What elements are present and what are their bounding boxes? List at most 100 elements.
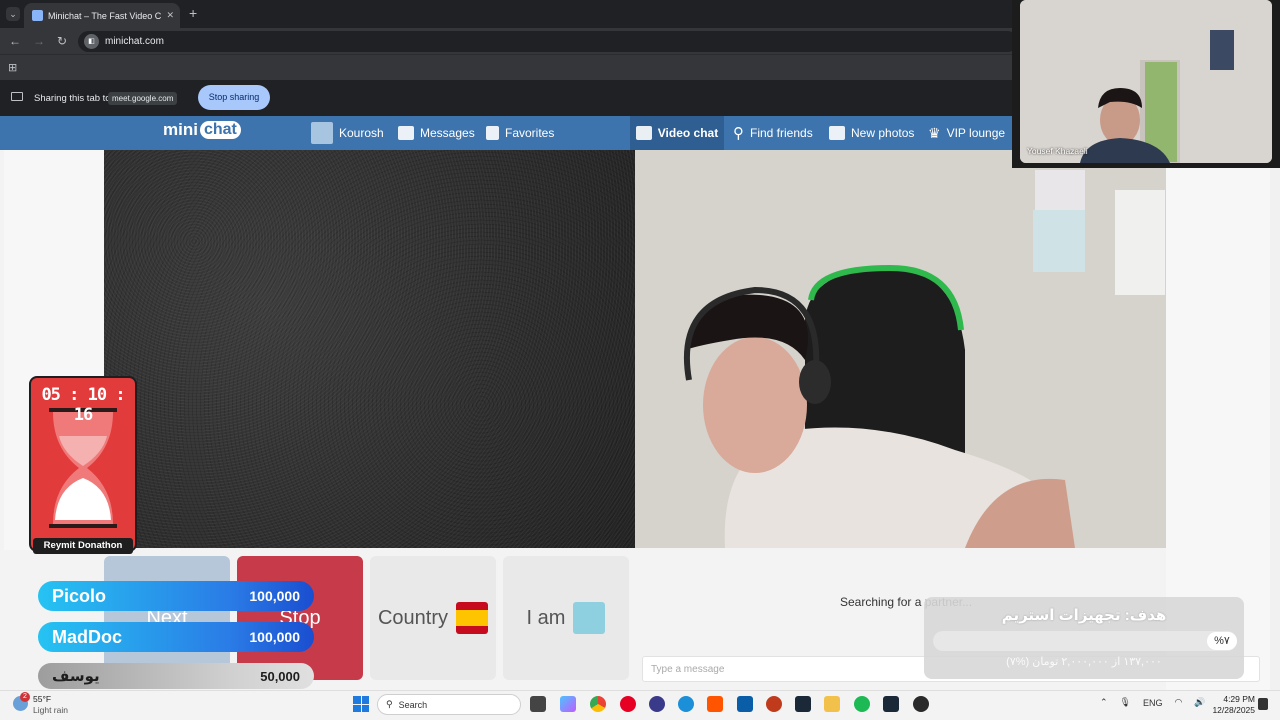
donor-name: MadDoc bbox=[52, 626, 123, 647]
logo-text-chat: chat bbox=[199, 121, 241, 139]
bookmark-icon bbox=[486, 126, 499, 140]
user-avatar-icon bbox=[311, 122, 333, 144]
nav-find-friends[interactable]: ⚲ Find friends bbox=[733, 116, 813, 150]
goal-subtitle: ۱۳۷,۰۰۰ از ۲,۰۰۰,۰۰۰ تومان (%۷) bbox=[1006, 656, 1162, 668]
minichat-logo[interactable]: mini chat bbox=[163, 120, 241, 140]
steam-icon[interactable] bbox=[883, 696, 899, 712]
nav-vip-lounge[interactable]: ♛ VIP lounge bbox=[928, 116, 1005, 150]
tab-title: Minichat – The Fast Video C bbox=[48, 10, 162, 21]
app-icon[interactable] bbox=[766, 696, 782, 712]
system-tray: ⌃ 🎙 ENG ◠ 🔊 bbox=[1100, 697, 1206, 708]
microphone-icon[interactable]: 🎙 bbox=[1120, 697, 1131, 708]
address-bar[interactable]: ◧ minichat.com bbox=[78, 31, 1018, 52]
taskbar-search-label: Search bbox=[398, 699, 428, 710]
self-camera-feed bbox=[635, 150, 1166, 548]
close-tab-icon[interactable]: ✕ bbox=[166, 10, 174, 21]
nav-favorites[interactable]: Favorites bbox=[486, 116, 554, 150]
weather-temp: 55°F bbox=[33, 694, 52, 704]
meet-participant-video bbox=[1020, 0, 1272, 163]
weather-condition: Light rain bbox=[33, 705, 68, 715]
clock[interactable]: 4:29 PM 12/28/2025 bbox=[1207, 694, 1255, 716]
country-label: Country bbox=[377, 606, 449, 629]
donor-amount: 50,000 bbox=[260, 668, 300, 684]
steam-icon[interactable] bbox=[795, 696, 811, 712]
donor-bar: MadDoc 100,000 bbox=[38, 622, 314, 652]
pinterest-icon[interactable] bbox=[620, 696, 636, 712]
weather-badge: 2 bbox=[20, 692, 30, 702]
donor-name: یوسف bbox=[52, 668, 100, 685]
goal-title: هدف: تجهیزات استریم bbox=[1001, 607, 1167, 624]
browser-tab[interactable]: Minichat – The Fast Video C ✕ bbox=[24, 3, 180, 28]
copilot-icon[interactable] bbox=[560, 696, 576, 712]
crown-icon: ♛ bbox=[928, 124, 941, 141]
reload-icon[interactable]: ↻ bbox=[57, 35, 67, 47]
clock-time: 4:29 PM bbox=[1223, 694, 1255, 704]
donor-bar: یوسف 50,000 bbox=[38, 663, 314, 689]
nav-messages-label: Messages bbox=[420, 126, 475, 140]
file-explorer-icon[interactable] bbox=[824, 696, 840, 712]
male-avatar-icon bbox=[573, 602, 606, 634]
url-text: minichat.com bbox=[105, 36, 164, 47]
store-icon[interactable] bbox=[737, 696, 753, 712]
photos-icon bbox=[829, 126, 845, 140]
volume-icon[interactable]: 🔊 bbox=[1194, 697, 1205, 708]
camera-scene bbox=[635, 150, 1166, 548]
static-noise bbox=[104, 150, 635, 548]
country-filter-button[interactable]: Country bbox=[370, 556, 496, 680]
taskbar-search[interactable]: ⚲ Search bbox=[377, 694, 521, 715]
donor-bar: Picolo 100,000 bbox=[38, 581, 314, 611]
apps-grid-icon[interactable]: ⊞ bbox=[8, 61, 17, 74]
site-favicon-icon bbox=[32, 10, 43, 21]
nav-favorites-label: Favorites bbox=[505, 126, 555, 140]
envelope-icon bbox=[398, 126, 414, 140]
back-icon[interactable]: ← bbox=[9, 35, 21, 47]
wifi-icon[interactable]: ◠ bbox=[1175, 697, 1183, 708]
new-tab-button[interactable]: + bbox=[189, 5, 197, 21]
nav-profile[interactable]: Kourosh bbox=[311, 116, 384, 150]
next-button[interactable]: Next bbox=[104, 556, 230, 680]
app-icon[interactable] bbox=[649, 696, 665, 712]
task-view-icon[interactable] bbox=[530, 696, 546, 712]
timer-countdown: 05 : 10 : 16 bbox=[41, 385, 125, 425]
gender-select-button[interactable]: I am bbox=[503, 556, 629, 680]
edge-icon[interactable] bbox=[678, 696, 694, 712]
app-icon[interactable] bbox=[913, 696, 929, 712]
spotify-icon[interactable] bbox=[854, 696, 870, 712]
nav-new-photos[interactable]: New photos bbox=[829, 116, 914, 150]
search-icon: ⚲ bbox=[733, 125, 744, 142]
clock-date: 12/28/2025 bbox=[1212, 705, 1255, 715]
nav-find-friends-label: Find friends bbox=[750, 126, 813, 140]
donor-name: Picolo bbox=[52, 585, 107, 606]
chrome-icon[interactable] bbox=[590, 696, 606, 712]
nav-profile-label: Kourosh bbox=[339, 126, 384, 140]
nav-video-chat-label: Video chat bbox=[657, 126, 719, 140]
soundcloud-icon[interactable] bbox=[707, 696, 723, 712]
language-indicator[interactable]: ENG bbox=[1143, 698, 1163, 708]
donor-amount: 100,000 bbox=[249, 629, 300, 645]
forward-icon[interactable]: → bbox=[33, 35, 45, 47]
tab-search-button[interactable]: ⌄ bbox=[6, 7, 20, 21]
nav-messages[interactable]: Messages bbox=[398, 116, 475, 150]
video-camera-icon bbox=[635, 126, 652, 140]
nav-video-chat[interactable]: Video chat bbox=[630, 116, 724, 150]
stop-button[interactable]: Stop bbox=[237, 556, 363, 680]
nav-vip-lounge-label: VIP lounge bbox=[946, 126, 1006, 140]
stop-sharing-button[interactable]: Stop sharing bbox=[198, 85, 270, 110]
search-icon: ⚲ bbox=[386, 699, 393, 709]
participant-name: Yousef Khazaeli bbox=[1027, 146, 1088, 156]
goal-progress-bar bbox=[933, 631, 1237, 651]
site-info-icon[interactable]: ◧ bbox=[84, 34, 99, 49]
logo-text-mini: mini bbox=[163, 120, 198, 139]
sharing-text: Sharing this tab to bbox=[34, 93, 111, 104]
notification-icon[interactable] bbox=[1258, 698, 1268, 710]
participant-scene bbox=[1020, 0, 1272, 163]
nav-new-photos-label: New photos bbox=[851, 126, 915, 140]
spain-flag-icon bbox=[456, 602, 489, 634]
windows-taskbar bbox=[0, 690, 1280, 720]
sharing-target[interactable]: meet.google.com bbox=[108, 92, 178, 105]
chevron-up-icon[interactable]: ⌃ bbox=[1100, 697, 1108, 708]
start-button[interactable] bbox=[353, 696, 369, 712]
i-am-label: I am bbox=[526, 606, 566, 629]
donor-amount: 100,000 bbox=[249, 588, 300, 604]
goal-percent-badge: %۷ bbox=[1207, 632, 1237, 650]
